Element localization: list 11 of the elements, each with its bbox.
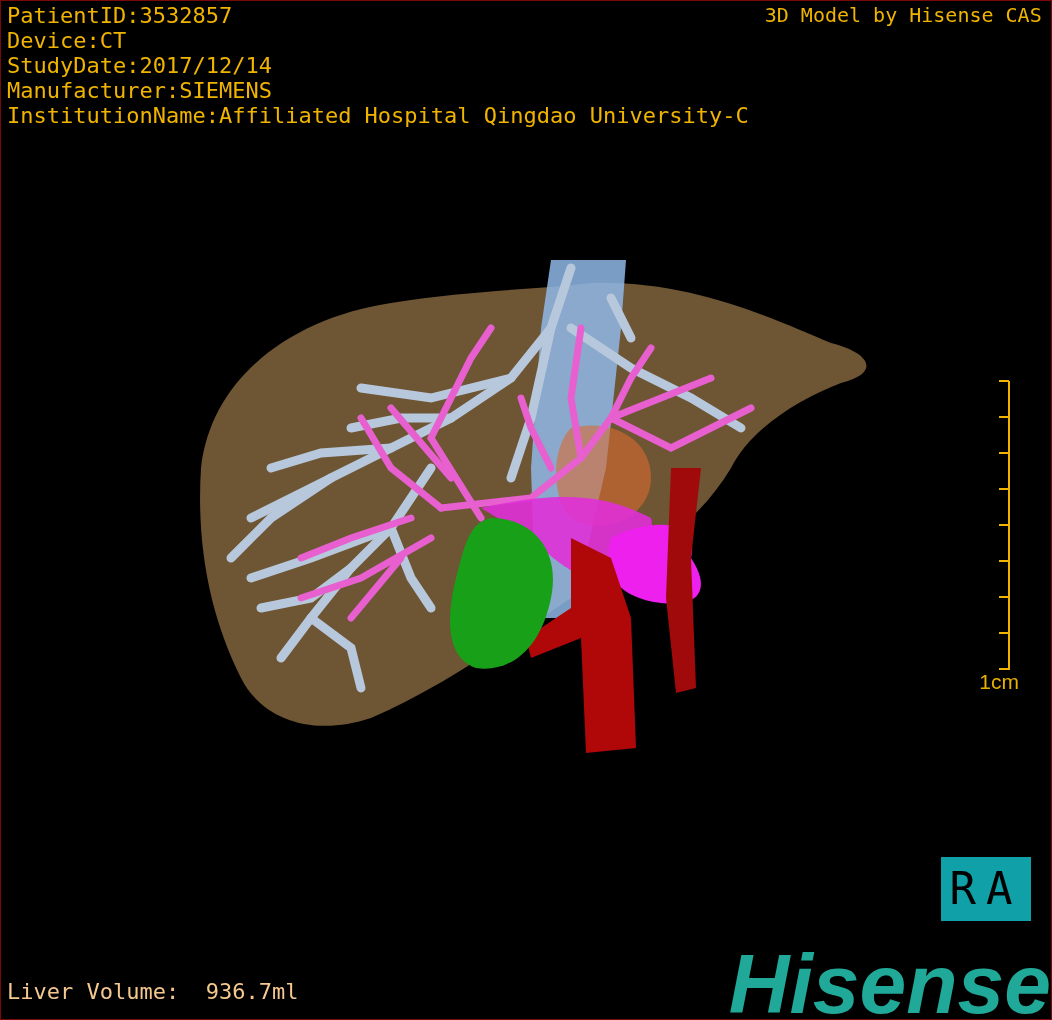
scale-bar-icon bbox=[997, 380, 1011, 671]
info-text: PatientID:3532857 bbox=[7, 3, 234, 28]
info-text: Device:CT bbox=[7, 28, 128, 53]
info-text: Manufacturer:SIEMENS bbox=[7, 78, 273, 103]
orientation-label: RA bbox=[941, 857, 1031, 921]
scale-label: 1cm bbox=[979, 671, 1019, 692]
info-text: InstitutionName:Affiliated Hospital Qingdao University-C bbox=[7, 103, 749, 128]
liver-volume-text: Liver Volume: 936.7ml bbox=[7, 981, 299, 1006]
logo: Hisense bbox=[728, 939, 1051, 1019]
credit-text: 3D Model by Hisense CAS bbox=[764, 3, 1042, 29]
info-text: StudyDate:2017/12/14 bbox=[7, 53, 273, 78]
